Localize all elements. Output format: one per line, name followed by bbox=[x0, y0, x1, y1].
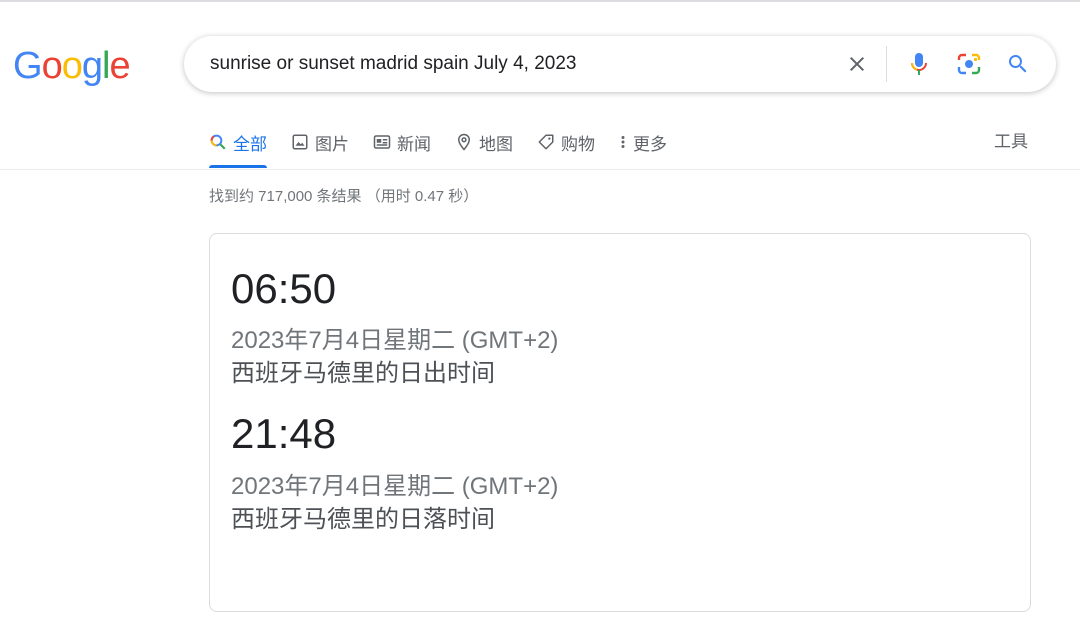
tabs-divider bbox=[0, 169, 1080, 170]
camera-lens-icon bbox=[957, 53, 981, 75]
voice-search-button[interactable] bbox=[902, 47, 936, 81]
search-submit-button[interactable] bbox=[1001, 47, 1035, 81]
logo-letter: o bbox=[61, 45, 83, 87]
sunrise-date: 2023年7月4日星期二 (GMT+2) bbox=[231, 327, 559, 354]
sun-times-answer-card: 06:50 2023年7月4日星期二 (GMT+2) 西班牙马德里的日出时间 2… bbox=[209, 233, 1031, 612]
map-pin-icon bbox=[455, 133, 473, 151]
tab-label: 图片 bbox=[315, 134, 349, 154]
logo-letter: G bbox=[13, 45, 43, 87]
tab-more[interactable]: 更多 bbox=[619, 128, 667, 156]
sunset-time: 21:48 bbox=[231, 410, 337, 457]
image-icon bbox=[291, 133, 309, 151]
tab-images[interactable]: 图片 bbox=[291, 128, 349, 156]
tab-news[interactable]: 新闻 bbox=[373, 128, 431, 156]
tab-maps[interactable]: 地图 bbox=[455, 128, 513, 156]
tab-label: 新闻 bbox=[397, 134, 431, 154]
sunrise-caption: 西班牙马德里的日出时间 bbox=[231, 360, 495, 387]
image-search-button[interactable] bbox=[952, 47, 986, 81]
sunrise-time: 06:50 bbox=[231, 265, 337, 312]
result-stats: 找到约 717,000 条结果 （用时 0.47 秒） bbox=[209, 188, 479, 205]
news-icon bbox=[373, 133, 391, 151]
google-logo[interactable]: Google bbox=[13, 42, 131, 90]
logo-letter: e bbox=[109, 45, 130, 87]
search-tabs: 全部 图片 新闻 地图 购物 更多 bbox=[209, 128, 691, 170]
sunset-caption: 西班牙马德里的日落时间 bbox=[231, 506, 495, 533]
search-icon bbox=[1009, 55, 1027, 73]
more-vert-icon bbox=[619, 133, 627, 151]
tag-icon bbox=[537, 133, 555, 151]
tab-label: 购物 bbox=[561, 134, 595, 154]
tools-button[interactable]: 工具 bbox=[994, 128, 1028, 156]
tab-shopping[interactable]: 购物 bbox=[537, 128, 595, 156]
clear-button[interactable] bbox=[840, 47, 874, 81]
tab-label: 全部 bbox=[233, 134, 267, 154]
close-icon bbox=[850, 57, 864, 71]
search-icon bbox=[209, 133, 227, 151]
logo-letter: g bbox=[81, 45, 103, 87]
tab-label: 更多 bbox=[633, 134, 667, 154]
search-divider bbox=[886, 46, 887, 82]
sunset-date: 2023年7月4日星期二 (GMT+2) bbox=[231, 473, 559, 500]
tab-label: 地图 bbox=[479, 134, 513, 154]
top-border bbox=[0, 0, 1080, 2]
search-box bbox=[184, 36, 1056, 92]
tab-all[interactable]: 全部 bbox=[209, 128, 267, 168]
logo-letter: o bbox=[41, 45, 63, 87]
search-input[interactable] bbox=[210, 36, 810, 92]
mic-icon bbox=[911, 53, 927, 75]
